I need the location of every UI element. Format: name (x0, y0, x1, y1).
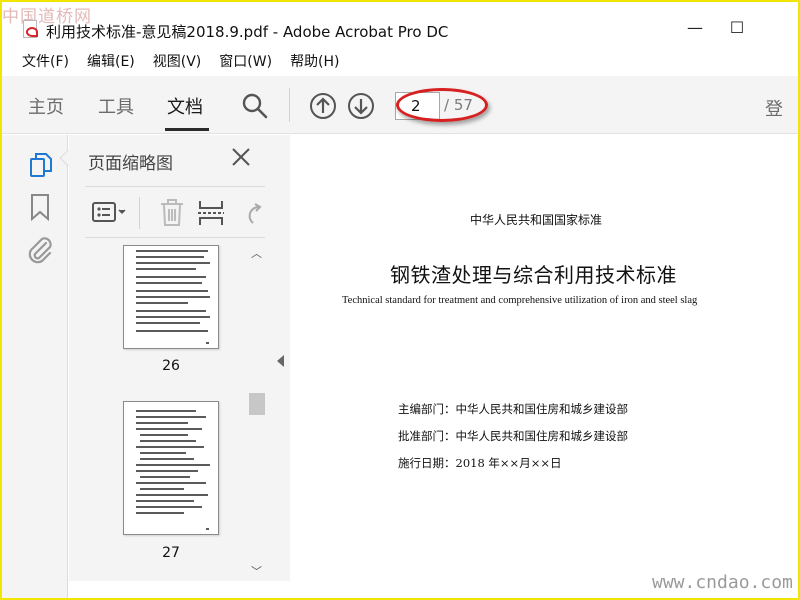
left-rail (2, 135, 68, 598)
doc-standard-type: 中华人民共和国国家标准 (470, 213, 603, 227)
collapse-panel-icon[interactable] (277, 355, 284, 367)
doc-approver: 批准部门：中华人民共和国住房和城乡建设部 (398, 429, 628, 443)
doc-title: 钢铁渣处理与综合利用技术标准 (390, 263, 677, 287)
thumbnail-label-26: 26 (162, 358, 180, 374)
page-options-icon[interactable] (91, 200, 131, 226)
tab-home[interactable]: 主页 (28, 93, 64, 119)
minimize-button[interactable]: — (680, 16, 710, 40)
thumbnail-label-27: 27 (162, 545, 180, 561)
annotation-ellipse (396, 88, 488, 122)
menu-edit[interactable]: 编辑(E) (78, 50, 144, 74)
watermark-bottom: www.cndao.com (652, 572, 793, 593)
trash-icon[interactable] (159, 198, 185, 228)
maximize-button[interactable]: ☐ (722, 16, 752, 40)
tab-tools[interactable]: 工具 (98, 93, 134, 119)
menu-window[interactable]: 窗口(W) (210, 50, 281, 74)
scrollbar-thumb[interactable] (249, 393, 265, 415)
tab-document[interactable]: 文档 (167, 93, 203, 119)
close-icon[interactable] (229, 145, 253, 169)
page-thumbnail-26[interactable] (123, 245, 219, 349)
menu-bar: 文件(F) 编辑(E) 视图(V) 窗口(W) 帮助(H) (2, 50, 798, 74)
active-tab-indicator (165, 128, 209, 131)
doc-editor: 主编部门：中华人民共和国住房和城乡建设部 (398, 402, 628, 416)
menu-help[interactable]: 帮助(H) (281, 50, 348, 74)
page-thumbnails-icon[interactable] (28, 151, 54, 179)
page-down-icon[interactable] (347, 92, 375, 120)
panel-toolbar-separator (139, 197, 140, 229)
page-up-icon[interactable] (309, 92, 337, 120)
doc-effective-date: 施行日期：2018 年××月××日 (398, 456, 562, 470)
window-title: 利用技术标准-意见稿2018.9.pdf - Adobe Acrobat Pro… (46, 23, 449, 41)
pdf-file-icon (23, 20, 38, 38)
doc-subtitle: Technical standard for treatment and com… (342, 295, 698, 306)
panel-collapse-strip (273, 135, 290, 581)
thumbnail-toolbar (85, 186, 265, 238)
title-bar: 中国道桥网 利用技术标准-意见稿2018.9.pdf - Adobe Acrob… (2, 2, 798, 48)
bookmark-icon[interactable] (29, 193, 51, 221)
sign-in-link[interactable]: 登 (765, 95, 783, 121)
panel-title: 页面缩略图 (88, 154, 173, 174)
chevron-down-icon[interactable]: ﹀ (251, 563, 262, 579)
rotate-icon[interactable] (245, 201, 265, 227)
menu-file[interactable]: 文件(F) (2, 50, 78, 74)
thumbnail-panel: 页面缩略图 26 27 ︿ ﹀ (69, 135, 273, 581)
search-icon[interactable] (241, 92, 269, 120)
chevron-up-icon[interactable]: ︿ (251, 245, 262, 261)
thumbnail-scrollbar[interactable]: ︿ ﹀ (247, 245, 267, 581)
menu-view[interactable]: 视图(V) (144, 50, 211, 74)
acrobat-window: 中国道桥网 利用技术标准-意见稿2018.9.pdf - Adobe Acrob… (2, 2, 798, 598)
toolbar-separator (289, 88, 290, 122)
document-view: 中华人民共和国国家标准 钢铁渣处理与综合利用技术标准 Technical sta… (290, 135, 798, 598)
page-thumbnail-27[interactable] (123, 401, 219, 535)
insert-page-icon[interactable] (197, 198, 225, 228)
attachment-icon[interactable] (26, 235, 54, 265)
